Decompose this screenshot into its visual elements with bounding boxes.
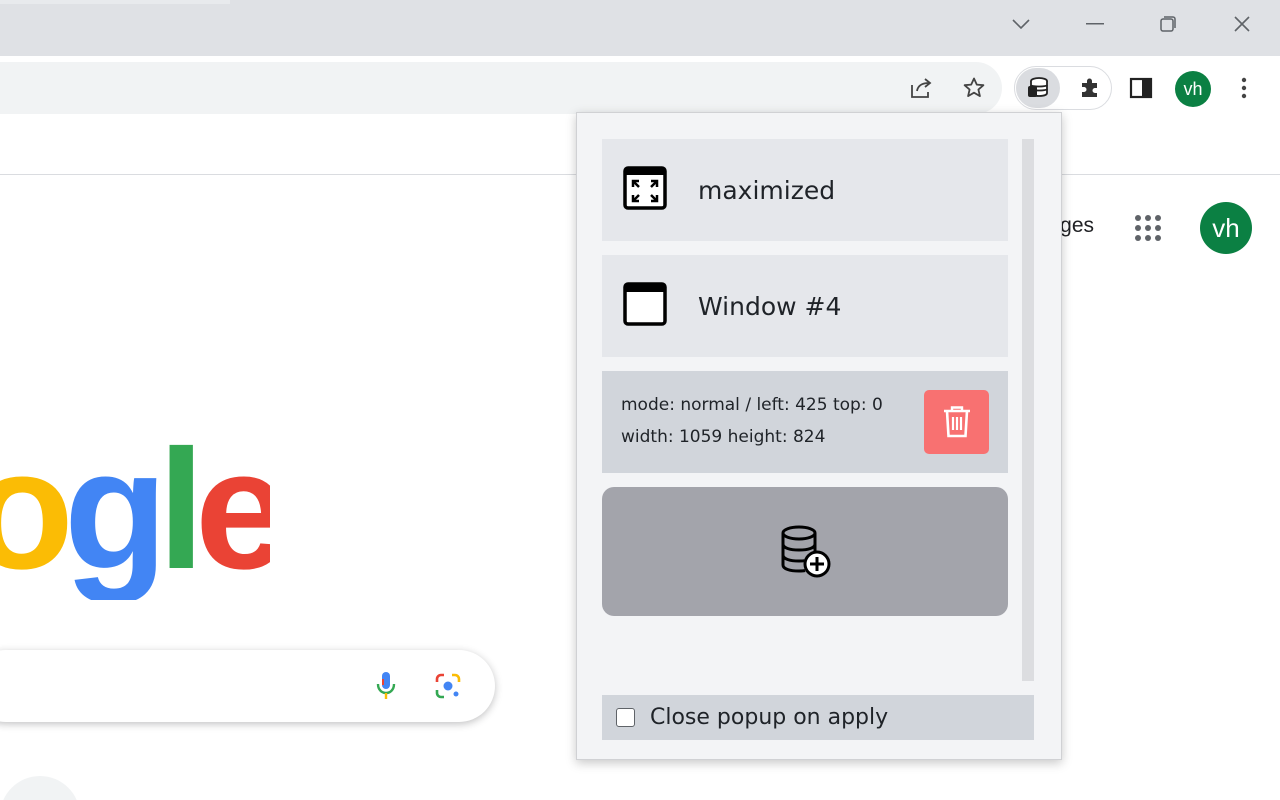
puzzle-icon <box>1082 78 1097 97</box>
popup-scrollbar[interactable] <box>1022 139 1034 681</box>
address-bar[interactable] <box>0 62 1002 114</box>
browser-titlebar <box>0 0 1280 56</box>
minimize-icon <box>1086 23 1104 25</box>
add-window-button[interactable] <box>602 487 1008 616</box>
microphone-icon <box>376 672 396 699</box>
share-icon <box>911 78 932 98</box>
apps-button[interactable] <box>1128 208 1168 248</box>
maximize-window-icon <box>622 165 672 215</box>
star-icon <box>963 77 985 97</box>
tab-search-button[interactable] <box>1001 8 1041 40</box>
browser-toolbar: vh <box>0 56 1280 120</box>
window-icon <box>622 281 672 331</box>
more-vert-icon <box>1241 77 1247 99</box>
delete-window-button[interactable] <box>924 390 989 454</box>
saved-layout-maximized[interactable]: maximized <box>602 139 1008 241</box>
detail-position-text: mode: normal / left: 425 top: 0 <box>621 395 883 415</box>
minimize-button[interactable] <box>1075 8 1115 40</box>
database-add-icon <box>781 525 831 577</box>
side-panel-icon <box>1129 77 1153 99</box>
restore-icon <box>1160 16 1176 32</box>
google-logo: ogle <box>0 420 270 600</box>
page-profile-avatar[interactable]: vh <box>1200 202 1252 254</box>
item-label: Window #4 <box>698 291 842 321</box>
apps-grid-icon <box>1135 215 1161 241</box>
extensions-button[interactable] <box>1070 68 1110 108</box>
chevron-down-icon <box>1012 19 1030 30</box>
camera-lens-icon <box>435 673 461 699</box>
voice-search-button[interactable] <box>366 666 406 706</box>
browser-menu-button[interactable] <box>1224 68 1264 108</box>
close-window-button[interactable] <box>1222 8 1262 40</box>
window-manager-popup: maximized Window #4 mode: normal / left:… <box>576 112 1062 760</box>
database-icon <box>1028 77 1048 97</box>
saved-layout-window-4[interactable]: Window #4 <box>602 255 1008 357</box>
restore-button[interactable] <box>1148 8 1188 40</box>
share-button[interactable] <box>902 68 942 108</box>
trash-icon <box>943 406 970 438</box>
shortcut-tile[interactable] <box>0 776 80 800</box>
close-popup-on-apply-checkbox[interactable] <box>616 708 635 727</box>
window-detail-panel: mode: normal / left: 425 top: 0 width: 1… <box>602 371 1008 473</box>
close-icon <box>1234 16 1250 32</box>
profile-avatar[interactable]: vh <box>1175 71 1211 107</box>
window-manager-extension-button[interactable] <box>1016 68 1060 108</box>
side-panel-button[interactable] <box>1121 68 1161 108</box>
popup-footer: Close popup on apply <box>602 695 1034 740</box>
google-search-box[interactable] <box>0 650 495 722</box>
lens-search-button[interactable] <box>428 666 468 706</box>
bookmark-star-button[interactable] <box>954 68 994 108</box>
detail-size-text: width: 1059 height: 824 <box>621 427 826 447</box>
item-label: maximized <box>698 175 836 205</box>
tab-strip <box>0 0 230 4</box>
close-popup-on-apply-label[interactable]: Close popup on apply <box>650 705 888 730</box>
